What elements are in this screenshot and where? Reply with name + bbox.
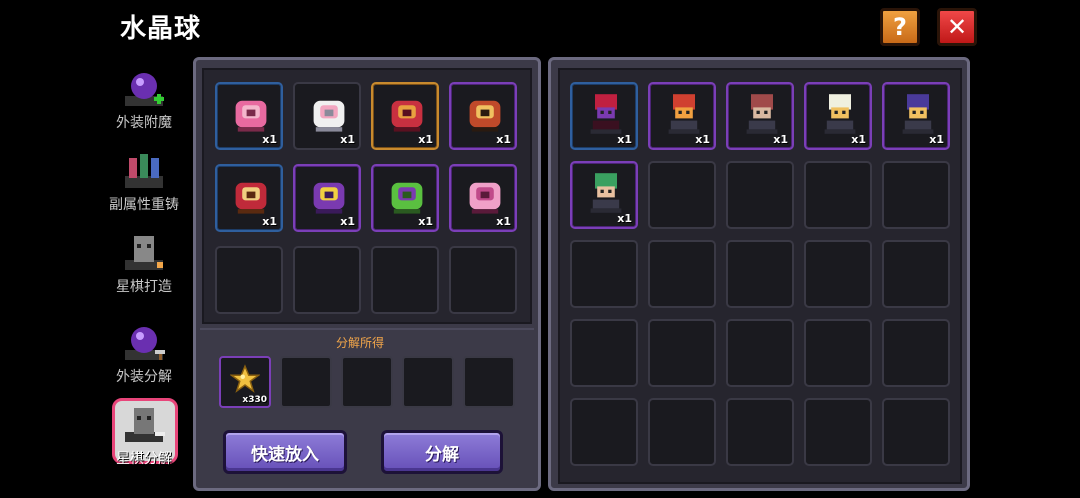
empty-item-slot[interactable] — [293, 246, 361, 314]
item-slot[interactable]: x1 — [371, 82, 439, 150]
sidebar-item-label: 副属性重铸 — [109, 197, 179, 213]
empty-inventory-slot[interactable] — [804, 161, 872, 229]
empty-inventory-slot[interactable] — [570, 319, 638, 387]
item-slot[interactable]: x1 — [449, 82, 517, 150]
item-count: x1 — [851, 133, 866, 146]
empty-result-slot[interactable] — [341, 356, 393, 408]
item-count: x1 — [929, 133, 944, 146]
empty-item-slot[interactable] — [371, 246, 439, 314]
empty-item-slot[interactable] — [215, 246, 283, 314]
quick-add-button[interactable]: 快速放入 — [223, 430, 347, 474]
sidebar-item-enchant[interactable]: 外装附魔 — [104, 68, 184, 140]
item-count: x1 — [773, 133, 788, 146]
inventory-slot[interactable]: x1 — [570, 82, 638, 150]
empty-inventory-slot[interactable] — [726, 240, 794, 308]
inventory-slot[interactable]: x1 — [726, 82, 794, 150]
item-count: x1 — [262, 133, 277, 146]
leaf-sprout-icon — [391, 182, 423, 214]
item-count: x1 — [262, 215, 277, 228]
empty-result-slot[interactable] — [402, 356, 454, 408]
sidebar-item-label: 星棋分解 — [116, 451, 172, 467]
item-count: x1 — [695, 133, 710, 146]
sidebar-item-label: 星棋打造 — [116, 279, 172, 295]
empty-inventory-slot[interactable] — [726, 398, 794, 466]
item-count: x1 — [617, 212, 632, 225]
empty-item-slot[interactable] — [449, 246, 517, 314]
gem-reforge-icon — [125, 154, 163, 188]
item-slot[interactable]: x1 — [293, 164, 361, 232]
close-button[interactable]: ✕ — [937, 8, 977, 46]
help-button[interactable]: ? — [880, 8, 920, 46]
empty-inventory-slot[interactable] — [726, 161, 794, 229]
inventory-slot[interactable]: x1 — [804, 82, 872, 150]
white-paw-icon — [313, 100, 345, 132]
result-slot[interactable]: x330 — [219, 356, 271, 408]
sidebar-item-chess-decompose[interactable]: 星棋分解 — [104, 398, 184, 476]
chef-chess-icon — [824, 94, 856, 134]
page-title: 水晶球 — [120, 14, 202, 44]
item-count: x1 — [340, 215, 355, 228]
pink-bow-chest-icon — [235, 100, 267, 132]
item-count: x1 — [418, 215, 433, 228]
sidebar-item-label: 外装分解 — [116, 369, 172, 385]
chess-decompose-icon — [125, 408, 165, 442]
item-slot[interactable]: x1 — [371, 164, 439, 232]
empty-inventory-slot[interactable] — [804, 319, 872, 387]
item-count: x1 — [418, 133, 433, 146]
item-slot[interactable]: x1 — [293, 82, 361, 150]
star-icon — [230, 364, 260, 393]
chess-forge-icon — [125, 236, 163, 270]
inventory-slot[interactable]: x1 — [570, 161, 638, 229]
empty-inventory-slot[interactable] — [648, 161, 716, 229]
empty-inventory-slot[interactable] — [804, 398, 872, 466]
decompose-button[interactable]: 分解 — [381, 430, 503, 474]
empty-inventory-slot[interactable] — [570, 240, 638, 308]
empty-inventory-slot[interactable] — [882, 398, 950, 466]
item-count: x1 — [496, 133, 511, 146]
sidebar-item-chess-forge[interactable]: 星棋打造 — [104, 232, 184, 304]
close-icon: ✕ — [946, 13, 968, 41]
result-count: x330 — [242, 395, 267, 405]
bell-pet-icon — [469, 100, 501, 132]
pink-wings-icon — [469, 182, 501, 214]
empty-inventory-slot[interactable] — [804, 240, 872, 308]
red-hood-chess-icon — [590, 94, 622, 134]
sidebar-item-decompose[interactable]: 外装分解 — [104, 322, 184, 394]
empty-result-slot[interactable] — [280, 356, 332, 408]
empty-inventory-slot[interactable] — [882, 319, 950, 387]
question-icon: ? — [893, 13, 907, 41]
item-slot[interactable]: x1 — [215, 82, 283, 150]
empty-inventory-slot[interactable] — [882, 240, 950, 308]
crystal-ball-decompose-icon — [125, 327, 165, 360]
item-count: x1 — [496, 215, 511, 228]
divider — [200, 328, 534, 330]
empty-inventory-slot[interactable] — [648, 319, 716, 387]
item-count: x1 — [340, 133, 355, 146]
wizard-hat-chess-icon — [902, 94, 934, 134]
magic-broom-icon — [313, 182, 345, 214]
empty-inventory-slot[interactable] — [648, 240, 716, 308]
empty-inventory-slot[interactable] — [648, 398, 716, 466]
sidebar-item-label: 外装附魔 — [116, 115, 172, 131]
ribbon-pet-icon — [235, 182, 267, 214]
inventory-slot[interactable]: x1 — [648, 82, 716, 150]
empty-inventory-slot[interactable] — [726, 319, 794, 387]
empty-result-slot[interactable] — [463, 356, 515, 408]
item-slot[interactable]: x1 — [215, 164, 283, 232]
result-label: 分解所得 — [335, 336, 384, 350]
crystal-ball-enchant-icon — [125, 73, 164, 106]
red-spellbook-icon — [391, 100, 423, 132]
bandana-chess-icon — [746, 94, 778, 134]
item-count: x1 — [617, 133, 632, 146]
green-helmet-chess-icon — [590, 173, 622, 213]
horned-warrior-chess-icon — [668, 94, 700, 134]
empty-inventory-slot[interactable] — [882, 161, 950, 229]
item-slot[interactable]: x1 — [449, 164, 517, 232]
empty-inventory-slot[interactable] — [570, 398, 638, 466]
inventory-slot[interactable]: x1 — [882, 82, 950, 150]
sidebar-item-reforge[interactable]: 副属性重铸 — [104, 150, 184, 222]
